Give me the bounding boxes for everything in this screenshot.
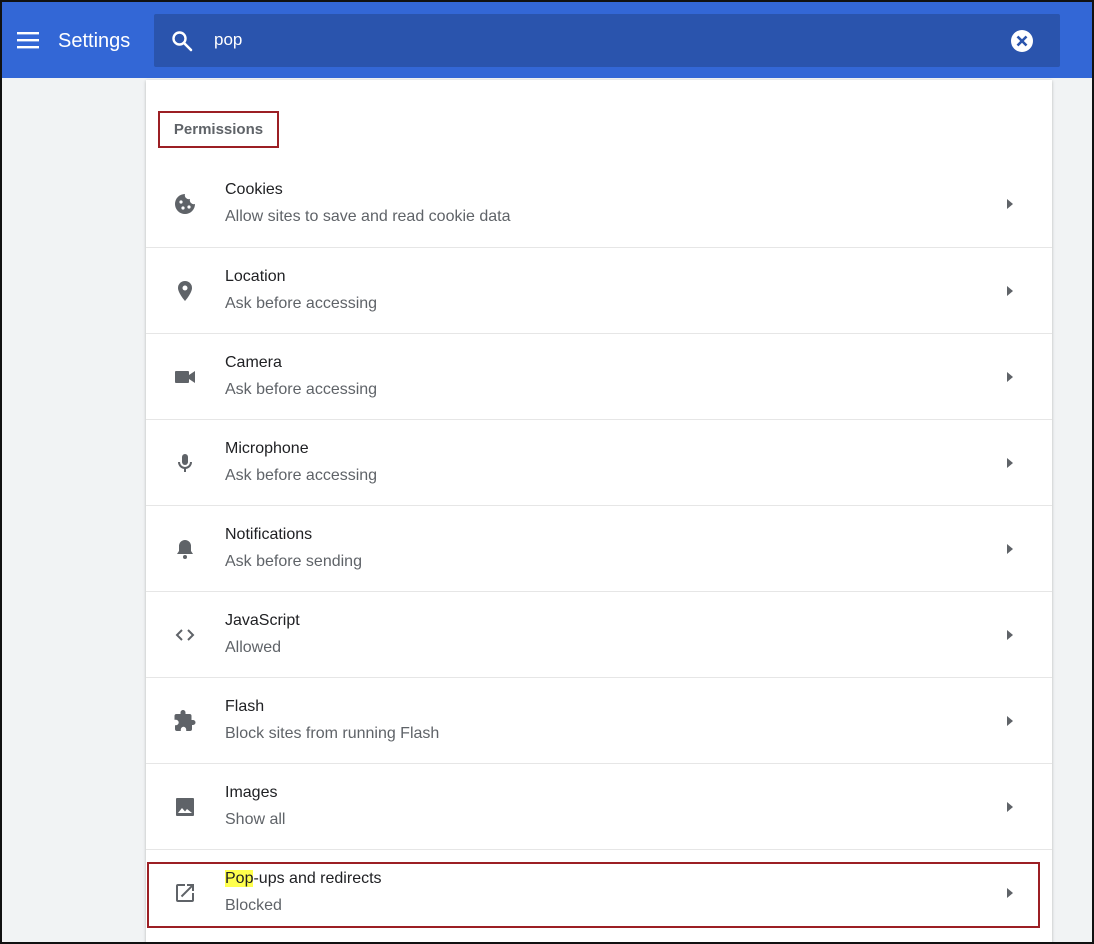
row-title: Images — [225, 784, 278, 801]
permission-row-flash[interactable]: Flash Block sites from running Flash — [146, 677, 1052, 763]
row-title: Microphone — [225, 440, 309, 457]
puzzle-piece-icon — [174, 710, 196, 731]
arrow-right-icon — [1007, 372, 1013, 382]
location-pin-icon — [178, 281, 192, 301]
hamburger-menu-icon[interactable] — [16, 28, 40, 52]
image-icon — [176, 798, 194, 816]
permission-row-javascript[interactable]: JavaScript Allowed — [146, 591, 1052, 677]
arrow-right-icon — [1007, 199, 1013, 209]
permission-row-cookies[interactable]: Cookies Allow sites to save and read coo… — [146, 161, 1052, 247]
bell-icon — [177, 540, 193, 559]
row-title: JavaScript — [225, 612, 300, 629]
permission-row-camera[interactable]: Camera Ask before accessing — [146, 333, 1052, 419]
row-title: Cookies — [225, 181, 283, 198]
app-title: Settings — [58, 30, 131, 52]
row-title: Camera — [225, 354, 282, 371]
arrow-right-icon — [1007, 544, 1013, 554]
open-in-new-icon — [176, 884, 194, 902]
cookie-icon — [175, 194, 195, 214]
arrow-right-icon — [1007, 802, 1013, 812]
row-title-rest: -ups and redirects — [253, 870, 382, 887]
row-title: Location — [225, 268, 286, 285]
permission-row-microphone[interactable]: Microphone Ask before accessing — [146, 419, 1052, 505]
permission-row-location[interactable]: Location Ask before accessing — [146, 247, 1052, 333]
search-box[interactable] — [154, 14, 1060, 67]
row-subtitle: Allow sites to save and read cookie data — [225, 208, 511, 225]
row-subtitle: Ask before accessing — [225, 381, 378, 398]
row-subtitle: Show all — [225, 811, 286, 828]
microphone-icon — [178, 454, 192, 472]
arrow-right-icon — [1007, 888, 1013, 898]
row-subtitle: Ask before accessing — [225, 295, 378, 312]
permission-row-popups[interactable]: Pop-ups and redirects Blocked — [146, 849, 1052, 935]
arrow-right-icon — [1007, 716, 1013, 726]
arrow-right-icon — [1007, 458, 1013, 468]
row-title: Pop-ups and redirects — [225, 870, 382, 888]
row-subtitle: Ask before accessing — [225, 467, 378, 484]
row-subtitle: Blocked — [225, 897, 282, 914]
arrow-right-icon — [1007, 286, 1013, 296]
camera-icon — [175, 371, 195, 383]
search-icon — [172, 31, 193, 52]
settings-card: Permissions Cookies Allow sites to save … — [146, 80, 1052, 944]
row-title: Notifications — [225, 526, 313, 543]
row-subtitle: Allowed — [225, 639, 282, 656]
code-brackets-icon — [175, 629, 195, 641]
search-match-highlight: Pop — [225, 870, 254, 887]
permission-row-notifications[interactable]: Notifications Ask before sending — [146, 505, 1052, 591]
row-title: Flash — [225, 698, 265, 715]
clear-search-icon[interactable] — [1010, 29, 1034, 53]
permissions-section-title: Permissions — [158, 111, 279, 148]
search-input[interactable] — [214, 26, 974, 54]
row-subtitle: Ask before sending — [225, 553, 362, 570]
row-subtitle: Block sites from running Flash — [225, 725, 440, 742]
arrow-right-icon — [1007, 630, 1013, 640]
top-toolbar: Settings — [0, 0, 1094, 78]
permission-row-images[interactable]: Images Show all — [146, 763, 1052, 849]
